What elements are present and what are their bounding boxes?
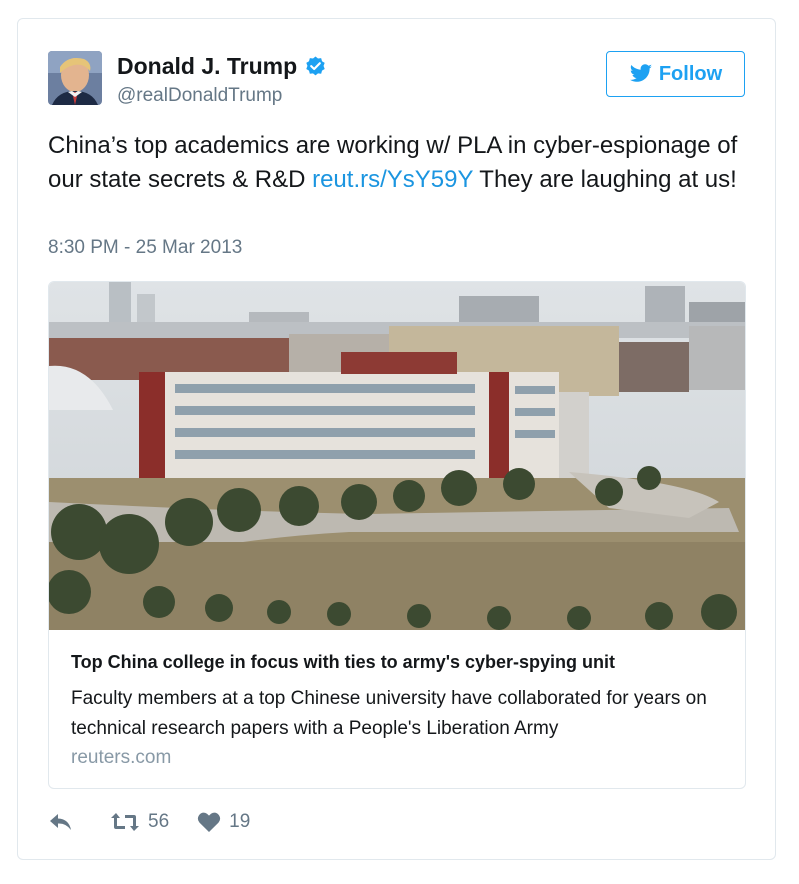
reply-icon — [50, 814, 71, 830]
twitter-bird-icon — [629, 64, 652, 82]
preview-description: Faculty members at a top Chinese univers… — [71, 688, 707, 739]
retweet-icon — [111, 813, 139, 831]
heart-icon — [198, 812, 221, 832]
tweet-actions: 56 19 — [48, 811, 278, 833]
preview-title[interactable]: Top China college in focus with ties to … — [71, 652, 615, 673]
link-preview-card[interactable]: Top China college in focus with ties to … — [48, 281, 746, 789]
campus-buildings-photo — [49, 282, 745, 630]
author-name-row[interactable]: Donald J. Trump — [117, 53, 327, 80]
tweet-link[interactable]: reut.rs/YsY59Y — [312, 166, 473, 193]
avatar[interactable] — [48, 51, 102, 105]
retweet-count: 56 — [148, 811, 170, 832]
reply-button[interactable] — [48, 811, 82, 833]
retweet-button[interactable]: 56 — [110, 811, 169, 833]
tweet-text: China’s top academics are working w/ PLA… — [48, 129, 748, 197]
author-name[interactable]: Donald J. Trump — [117, 53, 297, 80]
like-button[interactable]: 19 — [197, 811, 250, 833]
tweet-card: Donald J. Trump @realDonaldTrump Follow … — [17, 18, 776, 860]
follow-button[interactable]: Follow — [606, 51, 745, 97]
tweet-text-part-2: They are laughing at us! — [473, 166, 737, 193]
like-count: 19 — [229, 811, 251, 832]
tweet-timestamp[interactable]: 8:30 PM - 25 Mar 2013 — [48, 237, 242, 259]
verified-badge-icon — [306, 56, 325, 76]
avatar-photo — [48, 51, 102, 105]
author-handle[interactable]: @realDonaldTrump — [117, 85, 282, 107]
follow-label: Follow — [658, 62, 723, 85]
preview-domain: reuters.com — [71, 747, 172, 768]
